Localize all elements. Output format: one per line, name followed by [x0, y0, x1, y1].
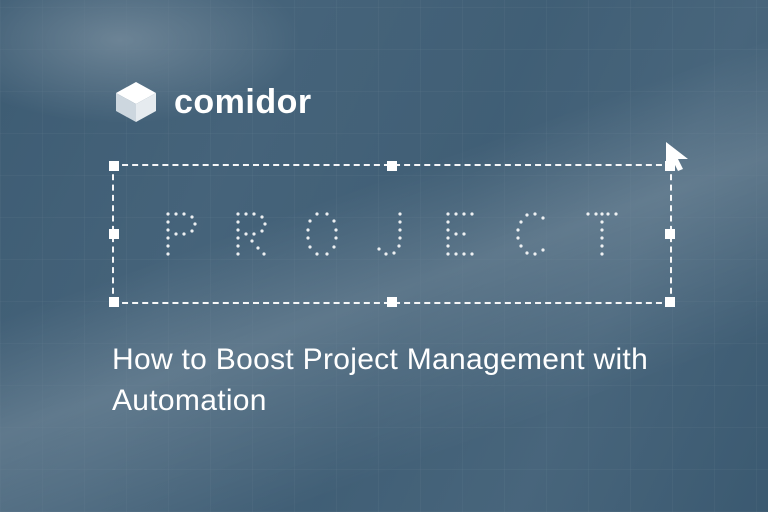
resize-handle-bottom-right[interactable]	[665, 297, 675, 307]
cursor-arrow-icon	[662, 140, 696, 174]
headline-text: How to Boost Project Management with Aut…	[112, 340, 672, 421]
dotted-letter	[305, 211, 339, 257]
resize-handle-top-left[interactable]	[109, 161, 119, 171]
selection-placeholder-word	[114, 211, 670, 257]
dotted-letter	[165, 211, 199, 257]
dotted-letter	[515, 211, 549, 257]
promo-banner: comidor	[0, 0, 768, 512]
dotted-letter	[235, 211, 269, 257]
brand-logo: comidor	[112, 80, 312, 124]
logo-cube-icon	[112, 80, 160, 124]
brand-name: comidor	[174, 83, 312, 122]
selection-rectangle	[112, 164, 672, 304]
dotted-letter	[445, 211, 479, 257]
dotted-letter	[375, 211, 409, 257]
dotted-letter	[585, 211, 619, 257]
resize-handle-bottom-left[interactable]	[109, 297, 119, 307]
resize-handle-bottom-mid[interactable]	[387, 297, 397, 307]
resize-handle-top-mid[interactable]	[387, 161, 397, 171]
